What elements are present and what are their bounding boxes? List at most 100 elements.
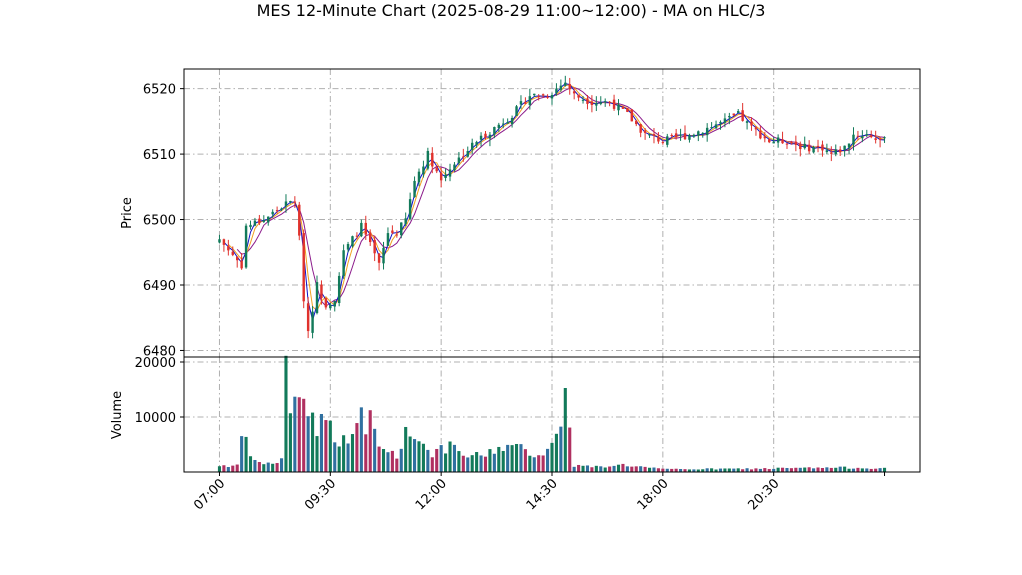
candle [524, 97, 527, 105]
volume-bar [457, 451, 461, 472]
volume-bar [395, 458, 399, 472]
candle-body [603, 101, 607, 103]
candle-body [745, 121, 749, 123]
candle-body [807, 144, 811, 152]
volume-bar [710, 468, 714, 472]
candle-body [803, 143, 806, 149]
candle-body [386, 233, 390, 246]
price-axis-label: Price [120, 197, 135, 229]
candle-body [351, 236, 354, 247]
volume-bar [350, 434, 355, 472]
candle-body [586, 98, 589, 104]
volume-bar [413, 439, 417, 472]
candle [311, 306, 314, 339]
candle-body [861, 136, 864, 139]
volume-bar [311, 412, 315, 472]
candle-body [572, 91, 576, 94]
candle-body [235, 256, 239, 261]
candle-body [577, 94, 580, 98]
candle-body [728, 115, 731, 118]
candle [639, 123, 642, 138]
volume-bar [581, 465, 585, 472]
volume-bar [288, 413, 292, 472]
price-tick-label: 6520 [143, 83, 176, 98]
volume-bar [541, 455, 545, 472]
ma-mid-line [227, 84, 885, 312]
candle-body [723, 118, 727, 123]
candle [506, 118, 509, 124]
candle [550, 92, 554, 105]
volume-bar [807, 467, 811, 472]
candle [666, 133, 669, 148]
candle [333, 300, 336, 312]
volume-bar [803, 467, 807, 472]
candle-body [462, 156, 465, 158]
price-tick-label: 6510 [143, 148, 176, 163]
volume-bar [621, 463, 625, 472]
candle-body [510, 117, 514, 125]
volume-bar [718, 468, 723, 472]
candle-body [666, 136, 669, 145]
candle-body [533, 93, 536, 96]
volume-bar [435, 448, 439, 472]
x-tick-label: 12:00 [413, 476, 450, 513]
candle [612, 94, 616, 111]
volume-bar [838, 466, 842, 472]
candle-body [324, 298, 328, 308]
volume-bar [634, 466, 638, 472]
candle [577, 94, 580, 102]
volume-bar [373, 428, 377, 472]
candle [462, 148, 465, 162]
candle [377, 253, 381, 271]
candle-body [799, 143, 802, 150]
volume-bar [257, 462, 261, 472]
volume-bar [523, 449, 527, 472]
candle [652, 127, 656, 144]
volume-bar [510, 445, 514, 472]
volume-bar [763, 468, 767, 472]
candle [630, 109, 634, 122]
volume-bar [315, 436, 319, 472]
volume-bar [359, 407, 363, 472]
candle-body [439, 172, 443, 181]
candle-body [759, 130, 762, 139]
candle [781, 131, 784, 144]
volume-bar [408, 436, 412, 472]
volume-bar [240, 436, 244, 472]
candle-body [298, 204, 301, 236]
candle-body [670, 135, 673, 137]
candle [466, 146, 469, 158]
candle [794, 135, 798, 152]
candle-body [564, 82, 567, 86]
candle-body [515, 106, 518, 117]
candle-body [559, 85, 563, 90]
volume-bar [829, 467, 833, 472]
volume-bar [275, 463, 279, 472]
volume-bar [368, 410, 372, 472]
volume-bar [328, 420, 332, 472]
candle [235, 256, 239, 268]
candle-body [701, 132, 704, 134]
candle-body [865, 134, 869, 136]
volume-bar [794, 467, 798, 472]
candle [635, 119, 638, 127]
candle-body [479, 135, 483, 140]
candle-body [741, 110, 744, 121]
candle-body [754, 127, 758, 130]
candle-body [497, 124, 501, 129]
volume-bar [293, 396, 297, 472]
volume-bar [639, 466, 643, 472]
volume-bar [860, 468, 864, 472]
candle-body [852, 134, 855, 145]
volume-bar [417, 441, 421, 472]
volume-bar [222, 465, 226, 472]
volume-bar [266, 462, 270, 472]
volume-bar [231, 465, 235, 472]
candle-body [395, 234, 399, 236]
volume-bar [825, 467, 829, 472]
candle-body [244, 225, 248, 268]
candle-body [293, 201, 297, 203]
volume-bar [572, 466, 576, 472]
volume-tick-label: 10000 [135, 411, 176, 426]
volume-bar [781, 467, 785, 472]
